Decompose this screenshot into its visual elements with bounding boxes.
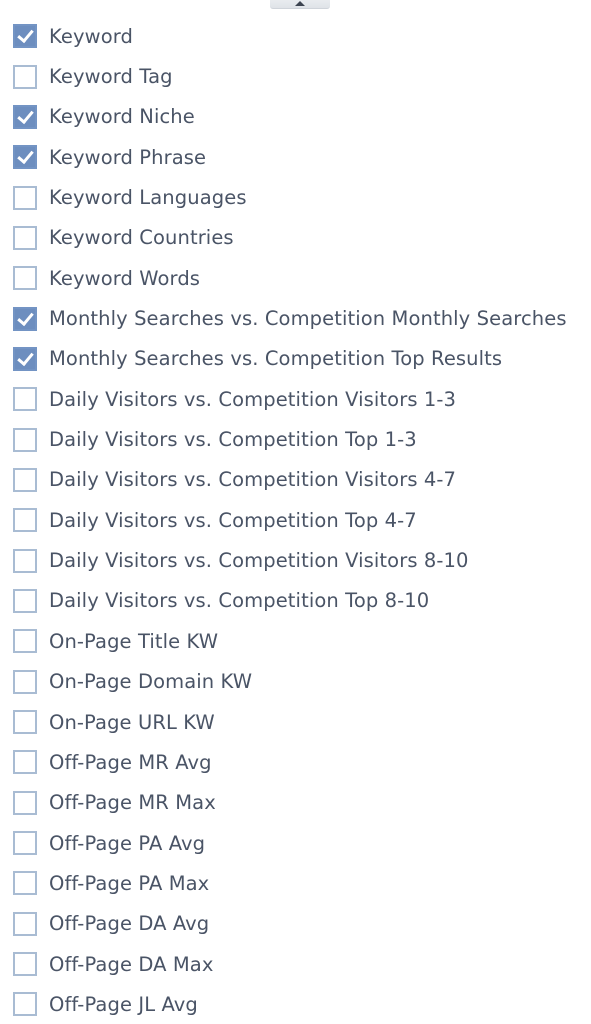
column-option-label: Keyword Countries xyxy=(49,226,234,250)
column-option-label: On-Page Title KW xyxy=(49,629,219,653)
checkmark-icon xyxy=(17,147,34,165)
checkbox-unchecked[interactable] xyxy=(13,467,37,492)
column-option[interactable]: Monthly Searches vs. Competition Monthly… xyxy=(0,298,567,338)
column-option-label: Daily Visitors vs. Competition Top 1-3 xyxy=(49,428,417,452)
column-option-label: On-Page URL KW xyxy=(49,710,215,734)
column-option-label: Off-Page PA Avg xyxy=(49,831,206,855)
column-option[interactable]: Keyword Languages xyxy=(0,177,567,217)
checkbox-unchecked[interactable] xyxy=(13,387,37,412)
column-option[interactable]: Daily Visitors vs. Competition Top 1-3 xyxy=(0,419,567,459)
column-option[interactable]: Daily Visitors vs. Competition Top 4-7 xyxy=(0,500,567,540)
column-option-label: Off-Page MR Max xyxy=(49,791,216,815)
checkbox-unchecked[interactable] xyxy=(13,548,37,573)
column-option[interactable]: Keyword Words xyxy=(0,258,567,298)
column-option-label: Monthly Searches vs. Competition Top Res… xyxy=(49,347,503,371)
column-option-label: Keyword Phrase xyxy=(49,145,207,169)
checkbox-unchecked[interactable] xyxy=(13,508,37,533)
checkbox-unchecked[interactable] xyxy=(13,669,37,694)
column-option[interactable]: Keyword xyxy=(0,16,567,56)
checkbox-checked[interactable] xyxy=(13,145,37,170)
checkbox-unchecked[interactable] xyxy=(13,952,37,977)
checkbox-checked[interactable] xyxy=(13,306,37,331)
column-option-label: Off-Page DA Max xyxy=(49,952,214,976)
column-option-label: Off-Page DA Avg xyxy=(49,912,210,936)
column-option[interactable]: Keyword Phrase xyxy=(0,137,567,177)
column-option-label: Monthly Searches vs. Competition Monthly… xyxy=(49,307,567,331)
column-option-label: Keyword Words xyxy=(49,266,201,290)
column-option[interactable]: Off-Page MR Avg xyxy=(0,742,567,782)
column-option[interactable]: Daily Visitors vs. Competition Top 8-10 xyxy=(0,581,567,621)
checkbox-checked[interactable] xyxy=(13,346,37,371)
checkbox-unchecked[interactable] xyxy=(13,871,37,896)
column-option-label: Keyword Niche xyxy=(49,105,195,129)
column-option[interactable]: Daily Visitors vs. Competition Visitors … xyxy=(0,460,567,500)
column-option-label: Keyword Tag xyxy=(49,65,173,89)
column-option[interactable]: On-Page URL KW xyxy=(0,702,567,742)
checkbox-unchecked[interactable] xyxy=(13,427,37,452)
checkbox-unchecked[interactable] xyxy=(13,911,37,936)
checkbox-unchecked[interactable] xyxy=(13,185,37,210)
column-option-label: Keyword Languages xyxy=(49,186,247,210)
column-option[interactable]: Off-Page MR Max xyxy=(0,783,567,823)
checkbox-unchecked[interactable] xyxy=(13,831,37,856)
column-option[interactable]: Off-Page PA Avg xyxy=(0,823,567,863)
column-option-label: Daily Visitors vs. Competition Top 8-10 xyxy=(49,589,430,613)
column-option-label: Daily Visitors vs. Competition Top 4-7 xyxy=(49,508,417,532)
column-option[interactable]: Keyword Countries xyxy=(0,218,567,258)
column-option[interactable]: Keyword Tag xyxy=(0,56,567,96)
checkbox-unchecked[interactable] xyxy=(13,750,37,775)
checkmark-icon xyxy=(17,26,34,44)
column-option-label: Off-Page JL Avg xyxy=(49,992,198,1016)
column-option-label: On-Page Domain KW xyxy=(49,670,253,694)
column-option[interactable]: On-Page Title KW xyxy=(0,621,567,661)
checkmark-icon xyxy=(17,308,34,326)
checkbox-unchecked[interactable] xyxy=(13,629,37,654)
checkbox-unchecked[interactable] xyxy=(13,225,37,250)
checkbox-unchecked[interactable] xyxy=(13,710,37,735)
column-option[interactable]: Off-Page DA Avg xyxy=(0,904,567,944)
column-option-label: Daily Visitors vs. Competition Visitors … xyxy=(49,387,457,411)
column-option-label: Keyword xyxy=(49,24,133,48)
collapse-panel-button[interactable] xyxy=(270,0,330,9)
column-option-label: Off-Page MR Avg xyxy=(49,750,212,774)
column-option-label: Daily Visitors vs. Competition Visitors … xyxy=(49,549,469,573)
column-option[interactable]: Off-Page JL Avg xyxy=(0,984,567,1024)
checkmark-icon xyxy=(17,348,34,367)
checkbox-unchecked[interactable] xyxy=(13,992,37,1017)
column-option[interactable]: Daily Visitors vs. Competition Visitors … xyxy=(0,540,567,580)
column-option[interactable]: Off-Page DA Max xyxy=(0,944,567,984)
checkbox-checked[interactable] xyxy=(13,24,37,49)
column-option[interactable]: Daily Visitors vs. Competition Visitors … xyxy=(0,379,567,419)
column-option-label: Off-Page PA Max xyxy=(49,871,210,895)
checkbox-unchecked[interactable] xyxy=(13,64,37,89)
checkbox-unchecked[interactable] xyxy=(13,588,37,613)
column-option-label: Daily Visitors vs. Competition Visitors … xyxy=(49,468,457,492)
checkmark-icon xyxy=(17,106,34,124)
caret-up-icon xyxy=(295,1,305,6)
checkbox-unchecked[interactable] xyxy=(13,790,37,815)
checkbox-checked[interactable] xyxy=(13,104,37,129)
column-option[interactable]: Keyword Niche xyxy=(0,97,567,137)
column-visibility-list: Keyword Keyword Tag Keyword Niche Keyword P… xyxy=(0,16,567,1024)
checkbox-unchecked[interactable] xyxy=(13,266,37,291)
column-option[interactable]: On-Page Domain KW xyxy=(0,662,567,702)
column-option[interactable]: Monthly Searches vs. Competition Top Res… xyxy=(0,339,567,379)
column-option[interactable]: Off-Page PA Max xyxy=(0,863,567,903)
